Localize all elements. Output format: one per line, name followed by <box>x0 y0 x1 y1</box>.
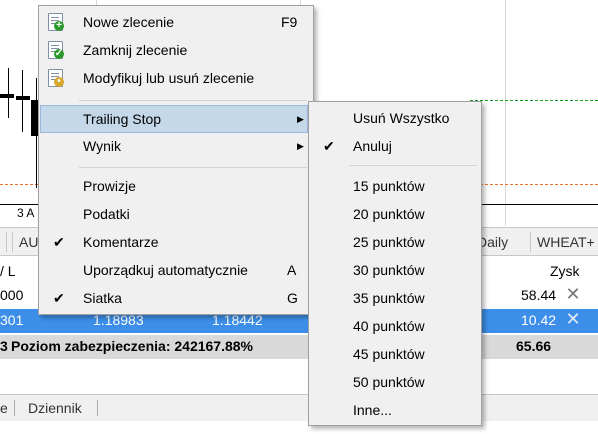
menu-item-taxes[interactable]: Podatki <box>41 201 309 227</box>
close-order-icon[interactable]: ✕ <box>564 285 582 303</box>
menu-label: Komentarze <box>83 234 159 250</box>
menu-separator <box>79 167 307 168</box>
tab-partial[interactable]: e <box>0 398 8 418</box>
menu-label: Siatka <box>83 290 122 306</box>
menu-label: Wynik <box>83 138 121 154</box>
menu-item-30-points[interactable]: 30 punktów <box>311 257 477 283</box>
submenu-arrow-icon: ▶ <box>297 114 304 124</box>
summary-prefix: 3 <box>0 338 8 354</box>
menu-shortcut: A <box>287 262 297 278</box>
menu-item-15-points[interactable]: 15 punktów <box>311 173 477 199</box>
menu-label: 40 punktów <box>353 318 425 334</box>
menu-item-50-points[interactable]: 50 punktów <box>311 369 477 395</box>
order-profit: 58.44 <box>521 287 557 303</box>
menu-label: Uporządkuj automatycznie <box>83 262 248 278</box>
menu-label: Inne... <box>353 402 392 418</box>
close-order-icon: ✓ <box>45 40 65 60</box>
menu-item-20-points[interactable]: 20 punktów <box>311 201 477 227</box>
submenu-arrow-icon: ▶ <box>297 141 304 151</box>
take-profit-line <box>470 100 598 101</box>
menu-label: 45 punktów <box>353 346 425 362</box>
modify-order-icon: • <box>45 68 65 88</box>
menu-label: 35 punktów <box>353 290 425 306</box>
context-menu: + Nowe zlecenie F9 ✓ Zamknij zlecenie • … <box>38 5 314 315</box>
menu-label: 25 punktów <box>353 234 425 250</box>
candle <box>0 94 14 98</box>
menu-label: Usuń Wszystko <box>353 110 450 126</box>
tab-divider <box>97 400 98 416</box>
checkmark-icon: ✔ <box>53 234 65 250</box>
checkmark-icon: ✔ <box>323 138 335 154</box>
menu-item-trailing-stop[interactable]: Trailing Stop ▶ <box>40 105 308 133</box>
candle <box>8 68 9 118</box>
candle <box>22 70 23 132</box>
menu-item-remove-all[interactable]: Usuń Wszystko <box>311 105 477 131</box>
menu-item-modify-order[interactable]: • Modyfikuj lub usuń zlecenie <box>41 65 309 91</box>
menu-label: 30 punktów <box>353 262 425 278</box>
menu-separator <box>79 100 307 101</box>
candle <box>16 96 30 100</box>
menu-item-close-order[interactable]: ✓ Zamknij zlecenie <box>41 37 309 63</box>
column-header-profit[interactable]: Zysk <box>550 263 580 279</box>
menu-label: 20 punktów <box>353 206 425 222</box>
terminal-tabs: e Dziennik <box>0 394 598 421</box>
order-profit: 10.42 <box>521 312 557 328</box>
summary-row: 3 Poziom zabezpieczenia: 242167.88% 65.6… <box>0 335 598 359</box>
new-order-icon: + <box>45 12 65 32</box>
tab-divider <box>14 400 15 416</box>
total-profit: 65.66 <box>516 338 552 354</box>
menu-label: Trailing Stop <box>83 111 162 127</box>
close-order-icon[interactable]: ✕ <box>564 310 582 328</box>
menu-label: 15 punktów <box>353 178 425 194</box>
menu-item-auto-arrange[interactable]: Uporządkuj automatycznie A <box>41 257 309 283</box>
menu-label: Podatki <box>83 206 130 222</box>
menu-item-other[interactable]: Inne... <box>311 397 477 423</box>
menu-item-35-points[interactable]: 35 punktów <box>311 285 477 311</box>
menu-label: Nowe zlecenie <box>83 14 175 30</box>
menu-item-new-order[interactable]: + Nowe zlecenie F9 <box>41 9 309 35</box>
chart-date-label: 3 A <box>17 206 35 220</box>
menu-shortcut: G <box>287 290 298 306</box>
trailing-stop-submenu: Usuń Wszystko ✔ Anuluj 15 punktów 20 pun… <box>308 101 482 426</box>
menu-label: Modyfikuj lub usuń zlecenie <box>83 70 255 86</box>
menu-label: 50 punktów <box>353 374 425 390</box>
menu-label: Zamknij zlecenie <box>83 42 188 58</box>
menu-item-40-points[interactable]: 40 punktów <box>311 313 477 339</box>
tab-divider <box>0 232 7 252</box>
checkmark-icon: ✔ <box>53 290 65 306</box>
column-header-pl[interactable]: / L <box>0 263 16 279</box>
menu-shortcut: F9 <box>281 14 298 30</box>
menu-item-45-points[interactable]: 45 punktów <box>311 341 477 367</box>
menu-item-comments[interactable]: ✔ Komentarze <box>41 229 309 255</box>
margin-level-text: Poziom zabezpieczenia: 242167.88% <box>11 338 253 354</box>
tab-wheat[interactable]: WHEAT+ <box>530 232 598 252</box>
menu-item-grid[interactable]: ✔ Siatka G <box>41 285 309 311</box>
menu-label: Prowizje <box>83 178 136 194</box>
menu-item-commissions[interactable]: Prowizje <box>41 173 309 199</box>
menu-item-result[interactable]: Wynik ▶ <box>41 133 309 159</box>
tab-journal[interactable]: Dziennik <box>28 398 82 418</box>
menu-item-cancel[interactable]: ✔ Anuluj <box>311 133 477 159</box>
menu-item-25-points[interactable]: 25 punktów <box>311 229 477 255</box>
order-id: 000 <box>0 287 24 303</box>
chart-grid-line <box>505 0 506 226</box>
menu-label: Anuluj <box>353 138 392 154</box>
menu-separator <box>349 165 477 166</box>
order-id: 301 <box>0 312 24 328</box>
